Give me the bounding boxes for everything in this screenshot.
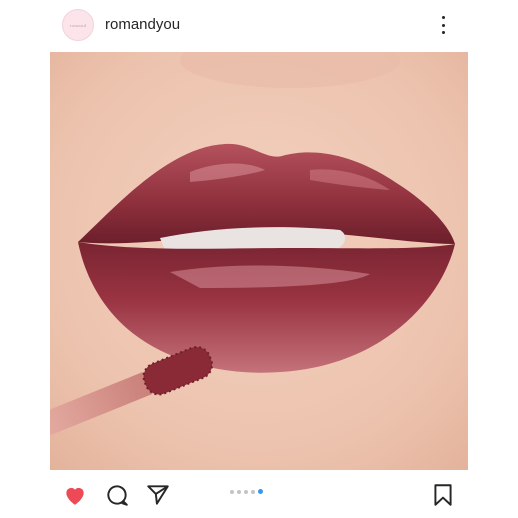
lips-photo — [50, 52, 468, 470]
avatar-logo-text: romand — [69, 22, 87, 28]
heart-icon[interactable] — [62, 482, 88, 508]
carousel-dot — [237, 489, 241, 494]
username[interactable]: romandyou — [105, 16, 180, 33]
comment-icon[interactable] — [104, 482, 130, 508]
carousel-indicator — [230, 489, 263, 494]
carousel-dot — [244, 489, 248, 494]
post-header: romand romandyou — [0, 0, 518, 50]
carousel-dot — [258, 489, 263, 494]
avatar[interactable]: romand — [62, 9, 94, 41]
paper-plane-icon[interactable] — [145, 482, 171, 508]
carousel-dot — [251, 489, 255, 494]
bookmark-icon[interactable] — [430, 482, 456, 508]
more-vertical-icon[interactable] — [436, 14, 450, 36]
action-bar — [0, 470, 518, 518]
carousel-dot — [230, 489, 234, 494]
post-image[interactable] — [50, 52, 468, 470]
